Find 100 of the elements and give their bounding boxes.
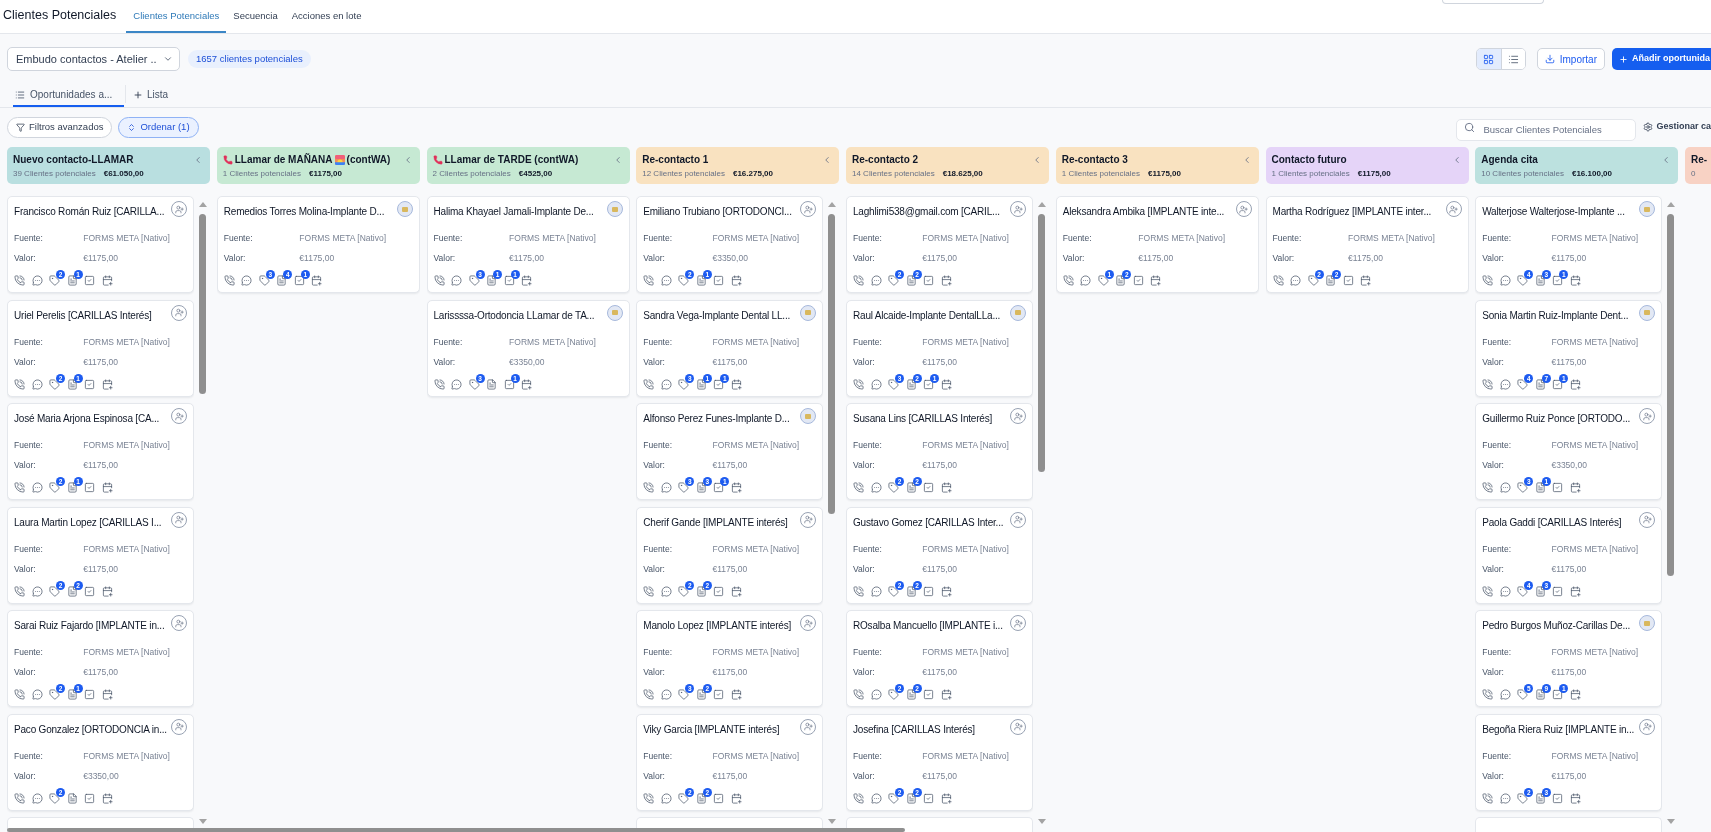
scroll-down-icon[interactable] — [827, 819, 836, 824]
chat-bubble-icon[interactable] — [660, 585, 672, 597]
lead-name[interactable]: Emiliano Trubiano [ORTODONCI... — [643, 205, 792, 219]
scrollbar-thumb[interactable] — [1038, 214, 1045, 472]
chat-bubble-icon[interactable] — [31, 585, 43, 597]
add-user-icon[interactable] — [171, 304, 187, 321]
add-user-icon[interactable] — [171, 201, 187, 217]
lead-name[interactable]: Manolo Lopez [IMPLANTE interés] — [643, 619, 791, 633]
document-icon[interactable] — [695, 792, 707, 804]
nav-tab[interactable]: Acciones en lote — [284, 0, 369, 33]
tag-icon[interactable] — [1517, 689, 1529, 700]
tag-icon[interactable] — [678, 689, 690, 700]
check-square-icon[interactable] — [1342, 275, 1354, 286]
document-icon[interactable] — [486, 275, 497, 286]
check-square-icon[interactable] — [293, 275, 305, 286]
document-icon[interactable] — [905, 378, 917, 390]
check-square-icon[interactable] — [713, 585, 725, 597]
lead-name[interactable]: Sandra Vega-Implante Dental LL... — [643, 308, 791, 323]
lead-name[interactable]: Josefina [CARILLAS Interés] — [853, 722, 975, 737]
tag-icon[interactable] — [888, 689, 899, 700]
calendar-icon[interactable] — [1569, 689, 1581, 700]
chat-bubble-icon[interactable] — [241, 275, 253, 286]
chat-bubble-icon[interactable] — [31, 792, 43, 804]
document-icon[interactable] — [905, 792, 917, 804]
scroll-down-icon[interactable] — [1666, 819, 1675, 824]
chat-bubble-icon[interactable] — [31, 378, 43, 390]
check-square-icon[interactable] — [84, 585, 95, 597]
check-square-icon[interactable] — [713, 275, 725, 286]
phone-icon[interactable] — [1482, 792, 1494, 804]
lead-name[interactable]: Pedro Burgos Muñoz-Carillas De... — [1482, 619, 1631, 633]
tag-icon[interactable] — [1517, 482, 1529, 493]
phone-icon[interactable] — [223, 275, 235, 286]
document-icon[interactable] — [486, 378, 497, 390]
lead-name[interactable]: Susana Lins [CARILLAS Interés] — [853, 412, 993, 426]
avatar-icon[interactable] — [800, 408, 817, 424]
tag-icon[interactable] — [1517, 378, 1529, 390]
scroll-down-icon[interactable] — [198, 819, 207, 824]
chat-bubble-icon[interactable] — [660, 482, 672, 493]
check-square-icon[interactable] — [713, 378, 725, 390]
check-square-icon[interactable] — [84, 275, 95, 286]
sort-button[interactable]: Ordenar (1) — [118, 116, 199, 138]
calendar-icon[interactable] — [940, 482, 952, 493]
tag-icon[interactable] — [468, 378, 480, 390]
chat-bubble-icon[interactable] — [1499, 689, 1511, 700]
phone-icon[interactable] — [14, 275, 25, 286]
chat-bubble-icon[interactable] — [660, 275, 672, 286]
document-icon[interactable] — [695, 275, 707, 286]
calendar-icon[interactable] — [730, 792, 742, 804]
document-icon[interactable] — [1534, 689, 1546, 700]
nav-tab[interactable]: Clientes Potenciales — [126, 0, 227, 33]
tag-icon[interactable] — [678, 482, 690, 493]
add-user-icon[interactable] — [1010, 718, 1026, 735]
chat-bubble-icon[interactable] — [660, 792, 672, 804]
lead-name[interactable]: ROsalba Mancuello [IMPLANTE i... — [853, 619, 1003, 633]
lead-name[interactable]: Begoña Riera Ruiz [IMPLANTE in... — [1482, 722, 1635, 737]
check-square-icon[interactable] — [713, 689, 725, 700]
add-user-icon[interactable] — [1010, 511, 1026, 528]
add-user-icon[interactable] — [800, 718, 817, 735]
document-icon[interactable] — [905, 275, 917, 286]
phone-icon[interactable] — [1482, 689, 1494, 700]
check-square-icon[interactable] — [923, 689, 934, 700]
avatar-icon[interactable] — [606, 201, 623, 217]
check-square-icon[interactable] — [1132, 275, 1144, 286]
chat-bubble-icon[interactable] — [1499, 585, 1511, 597]
scroll-down-icon[interactable] — [1037, 819, 1046, 824]
chat-bubble-icon[interactable] — [1499, 482, 1511, 493]
lead-name[interactable]: José Maria Arjona Espinosa [CA... — [14, 412, 160, 426]
calendar-icon[interactable] — [940, 275, 952, 286]
check-square-icon[interactable] — [923, 585, 934, 597]
document-icon[interactable] — [695, 482, 707, 493]
document-icon[interactable] — [695, 378, 707, 390]
chat-bubble-icon[interactable] — [870, 275, 882, 286]
document-icon[interactable] — [905, 482, 917, 493]
document-icon[interactable] — [66, 689, 78, 700]
phone-icon[interactable] — [643, 378, 655, 390]
scroll-up-icon[interactable] — [1666, 202, 1675, 207]
tag-icon[interactable] — [888, 792, 899, 804]
lead-card[interactable] — [846, 817, 1033, 832]
phone-icon[interactable] — [1062, 275, 1074, 286]
lead-name[interactable]: Halima Khayael Jamali-Implante De... — [433, 205, 594, 219]
tag-icon[interactable] — [49, 585, 60, 597]
phone-icon[interactable] — [433, 275, 445, 286]
add-user-icon[interactable] — [171, 615, 187, 631]
document-icon[interactable] — [66, 792, 78, 804]
calendar-icon[interactable] — [101, 689, 113, 700]
calendar-icon[interactable] — [730, 378, 742, 390]
add-user-icon[interactable] — [1639, 408, 1656, 424]
document-icon[interactable] — [1534, 792, 1546, 804]
phone-icon[interactable] — [853, 482, 864, 493]
tag-icon[interactable] — [678, 585, 690, 597]
check-square-icon[interactable] — [1552, 275, 1564, 286]
avatar-icon[interactable] — [1639, 304, 1656, 321]
check-square-icon[interactable] — [1552, 792, 1564, 804]
chevron-left-icon[interactable] — [1032, 154, 1042, 165]
calendar-icon[interactable] — [730, 585, 742, 597]
tag-icon[interactable] — [678, 792, 690, 804]
tag-icon[interactable] — [49, 378, 60, 390]
add-user-icon[interactable] — [1010, 615, 1026, 631]
lead-name[interactable]: Viky Garcia [IMPLANTE interés] — [643, 722, 780, 737]
tag-icon[interactable] — [1307, 275, 1319, 286]
